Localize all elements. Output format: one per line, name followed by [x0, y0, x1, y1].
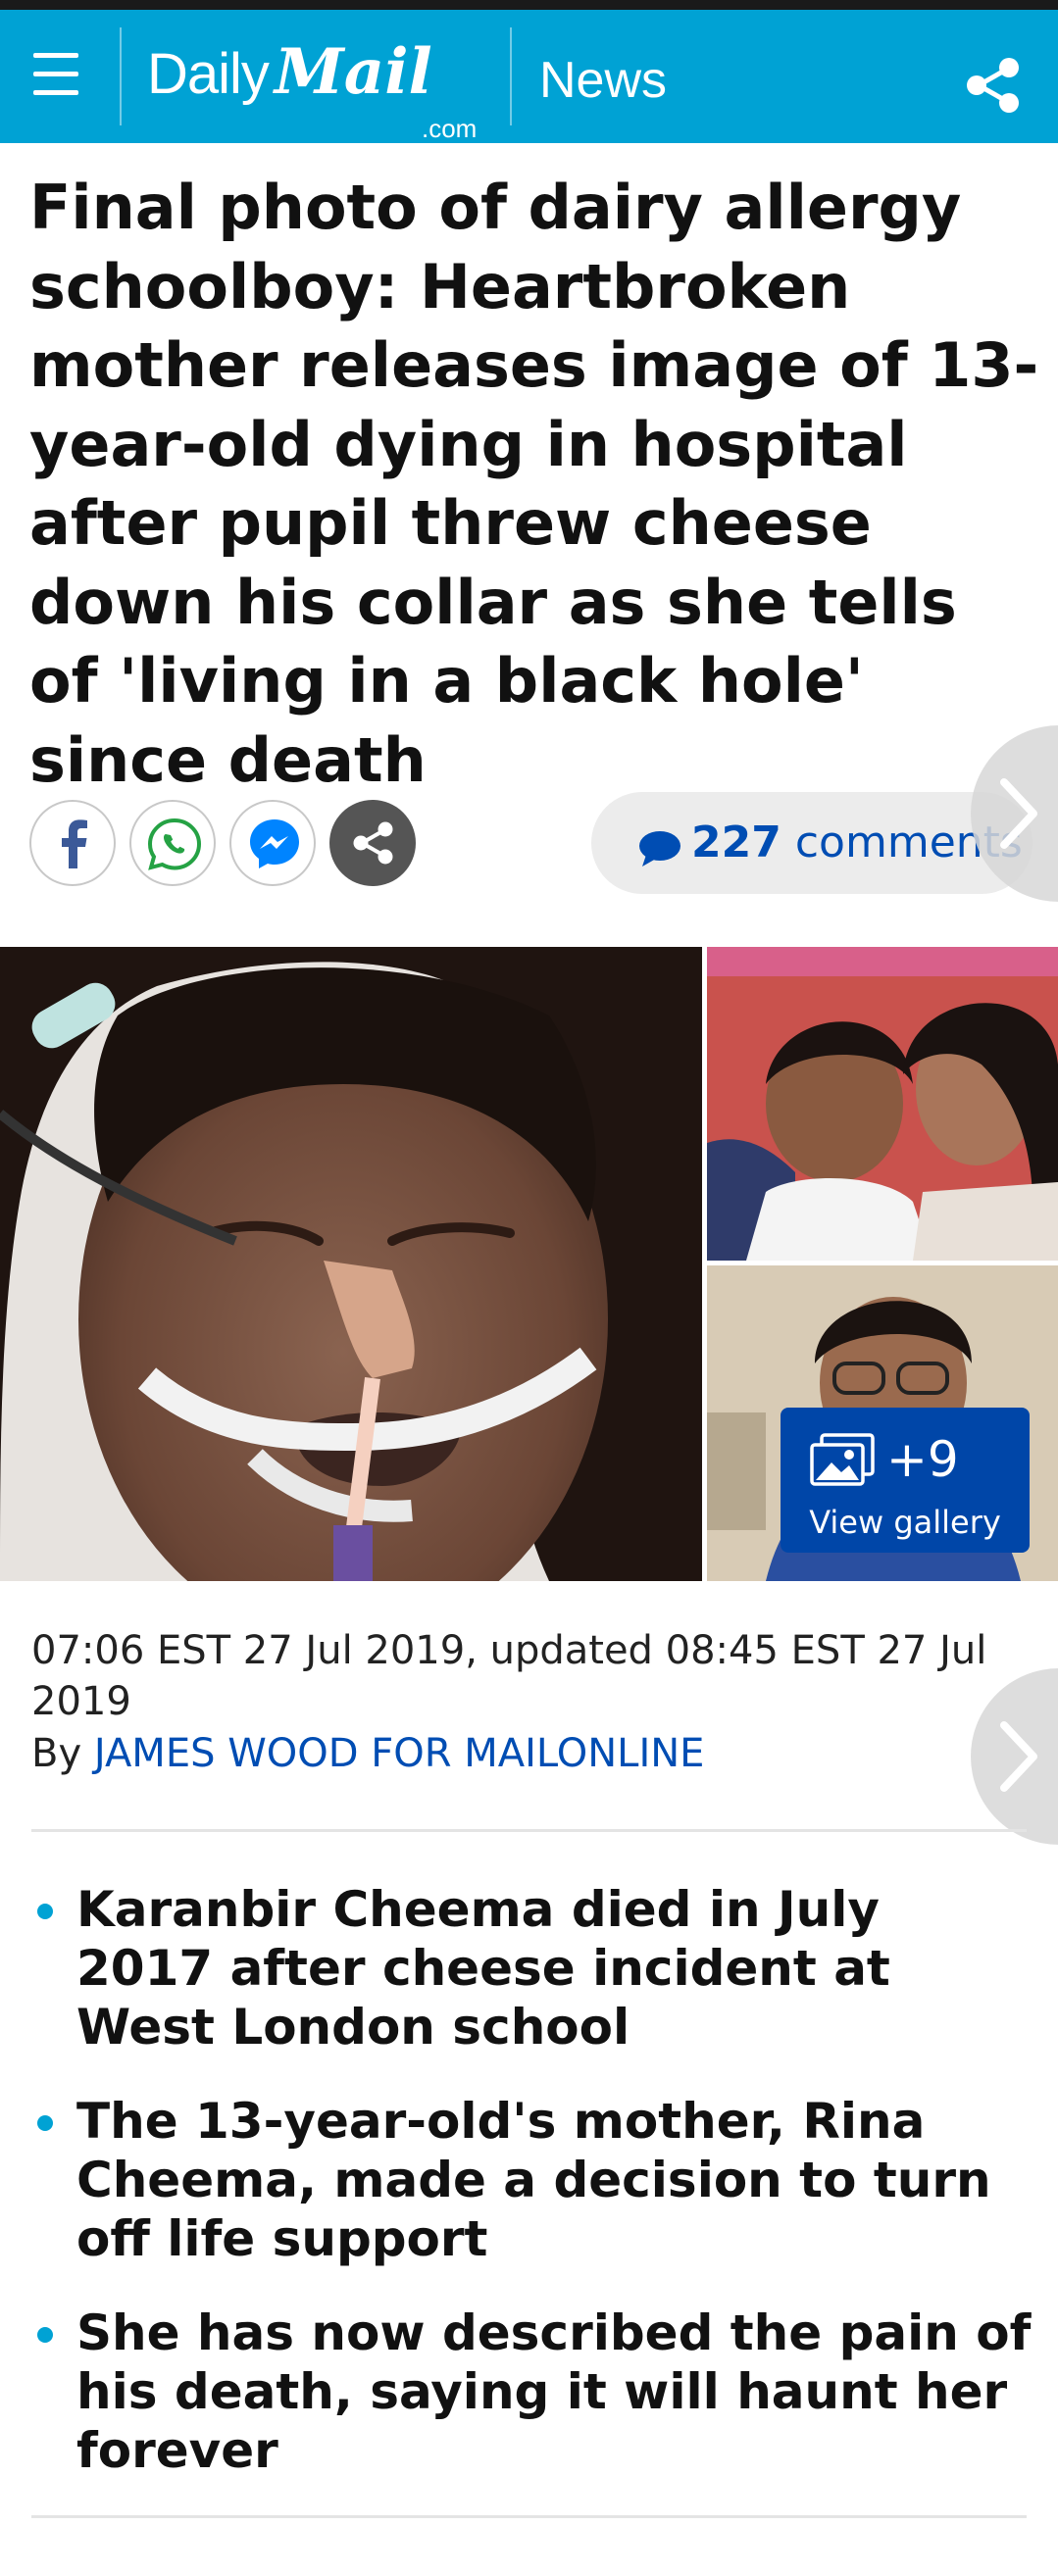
author-link[interactable]: JAMES WOOD FOR MAILONLINE	[94, 1731, 705, 1776]
selfie-photo[interactable]	[707, 947, 1058, 1261]
article-headline: Final photo of dairy allergy schoolboy: …	[29, 172, 1039, 796]
next-article-arrow[interactable]	[971, 725, 1058, 902]
site-logo[interactable]: DailyMail	[147, 35, 432, 109]
summary-bullet: The 13-year-old's mother, Rina Cheema, m…	[31, 2092, 1032, 2268]
gallery-icon	[810, 1433, 875, 1486]
facebook-icon	[62, 819, 87, 868]
comment-bubble-icon	[639, 831, 680, 867]
summary-bullet: She has now described the pain of his de…	[31, 2304, 1032, 2480]
share-icon[interactable]	[959, 51, 1028, 120]
messenger-icon	[250, 819, 299, 868]
divider	[31, 2515, 1027, 2518]
byline-prefix: By	[31, 1731, 82, 1776]
article-dateline: 07:06 EST 27 Jul 2019, updated 08:45 EST…	[31, 1628, 987, 1724]
header-divider	[510, 27, 512, 125]
menu-icon	[33, 53, 78, 58]
summary-bullet: Karanbir Cheema died in July 2017 after …	[31, 1880, 1032, 2056]
header-divider	[120, 27, 122, 125]
menu-icon-bar	[33, 72, 78, 76]
facebook-share-button[interactable]	[29, 800, 116, 886]
more-share-button[interactable]	[329, 800, 416, 886]
summary-bullet-text: Karanbir Cheema died in July 2017 after …	[76, 1881, 890, 2056]
bullet-dot	[37, 2327, 53, 2343]
next-article-arrow[interactable]	[971, 1668, 1058, 1845]
comments-button[interactable]: 227 comments	[591, 792, 1033, 894]
chevron-right-icon	[1000, 778, 1037, 849]
summary-bullet-text: The 13-year-old's mother, Rina Cheema, m…	[76, 2093, 991, 2267]
gallery-count: +9	[886, 1431, 959, 1488]
article-summary-bullets: Karanbir Cheema died in July 2017 after …	[31, 1880, 1032, 2515]
section-label[interactable]: News	[539, 51, 667, 110]
status-strip	[0, 0, 1058, 10]
divider	[31, 1829, 1027, 1832]
view-gallery-button[interactable]: +9 View gallery	[781, 1408, 1030, 1553]
site-header: DailyMail .com News	[0, 10, 1058, 143]
article-byline: By JAMES WOOD FOR MAILONLINE	[31, 1731, 704, 1776]
bullet-dot	[37, 1904, 53, 1919]
chevron-right-icon	[1000, 1721, 1037, 1792]
bullet-dot	[37, 2115, 53, 2131]
logo-daily-text: Daily	[147, 42, 270, 106]
hospital-photo[interactable]	[0, 947, 702, 1581]
gallery-label: View gallery	[809, 1504, 1001, 1541]
messenger-share-button[interactable]	[229, 800, 316, 886]
logo-com-text: .com	[422, 114, 478, 143]
whatsapp-share-button[interactable]	[129, 800, 216, 886]
summary-bullet-text: She has now described the pain of his de…	[76, 2304, 1032, 2479]
logo-mail-text: Mail	[274, 35, 432, 109]
whatsapp-icon	[147, 817, 202, 870]
hamburger-menu-button[interactable]	[25, 43, 88, 106]
comments-count: 227	[691, 817, 781, 867]
share-icon	[353, 821, 393, 865]
menu-icon-bar	[33, 90, 78, 95]
